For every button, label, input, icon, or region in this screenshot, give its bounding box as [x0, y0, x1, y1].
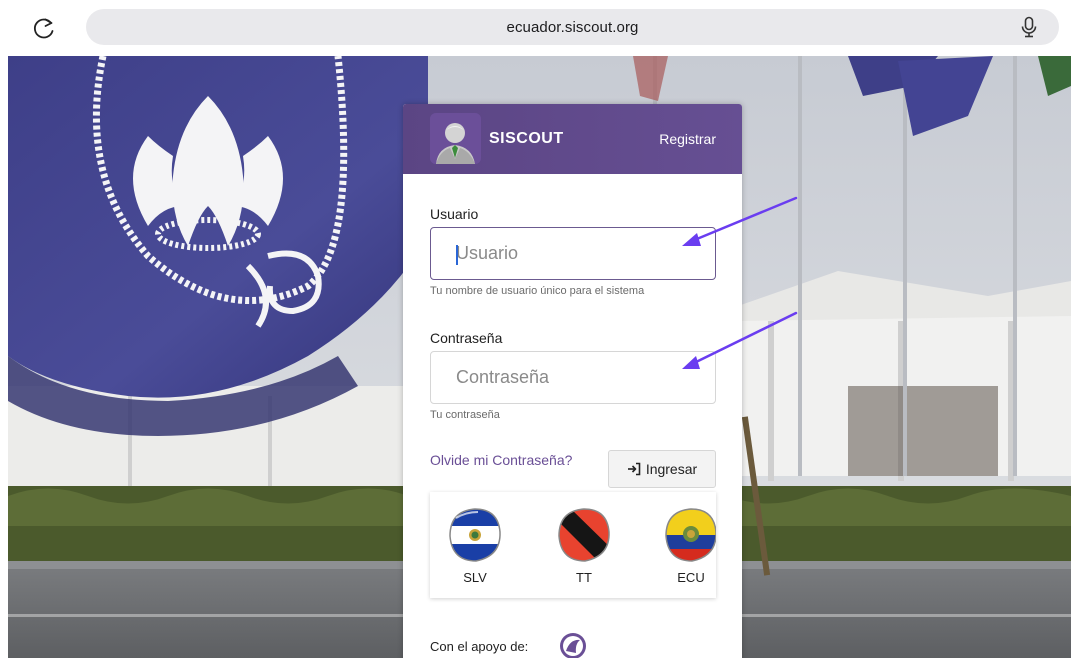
browser-toolbar: ecuador.siscout.org [0, 0, 1071, 56]
login-button[interactable]: Ingresar [608, 450, 716, 488]
login-card: SISCOUT Registrar Usuario Tu nombre de u… [403, 104, 742, 658]
reload-button[interactable] [28, 12, 60, 44]
country-option-slv[interactable]: SLV [440, 506, 510, 585]
username-input[interactable] [430, 227, 716, 280]
voice-search-button[interactable] [1017, 15, 1041, 39]
ecuador-flag-icon [665, 508, 716, 562]
password-helper: Tu contraseña [430, 409, 500, 421]
address-bar[interactable]: ecuador.siscout.org [86, 9, 1059, 45]
country-code: ECU [677, 570, 705, 585]
country-option-ecu[interactable]: ECU [656, 506, 716, 585]
siscout-logo [430, 113, 481, 164]
username-label: Usuario [430, 206, 479, 222]
text-caret [456, 245, 458, 265]
sponsor-logo [558, 631, 588, 658]
country-selector: SLV TT ECU [430, 492, 716, 598]
brand-name: SISCOUT [489, 130, 564, 147]
microphone-icon [1021, 16, 1037, 38]
country-option-tt[interactable]: TT [549, 506, 619, 585]
support-label: Con el apoyo de: [430, 639, 529, 654]
sponsor-emblem-icon [560, 633, 586, 658]
reload-icon [33, 18, 54, 39]
card-header: SISCOUT Registrar [403, 104, 742, 174]
login-button-label: Ingresar [645, 461, 698, 477]
forgot-password-link[interactable]: Olvide mi Contraseña? [430, 452, 572, 468]
el-salvador-flag-icon [449, 508, 501, 562]
url-text: ecuador.siscout.org [506, 18, 639, 36]
country-code: SLV [463, 570, 487, 585]
country-code: TT [576, 570, 592, 585]
trinidad-tobago-flag-icon [558, 508, 610, 562]
username-helper: Tu nombre de usuario único para el siste… [430, 285, 645, 297]
password-label: Contraseña [430, 330, 503, 346]
scout-avatar-icon [430, 113, 481, 164]
screen: ecuador.siscout.org SISCOUT Registrar Us… [0, 0, 1071, 658]
password-input[interactable] [430, 351, 716, 404]
sign-in-icon [627, 462, 641, 476]
register-link[interactable]: Registrar [659, 131, 716, 147]
